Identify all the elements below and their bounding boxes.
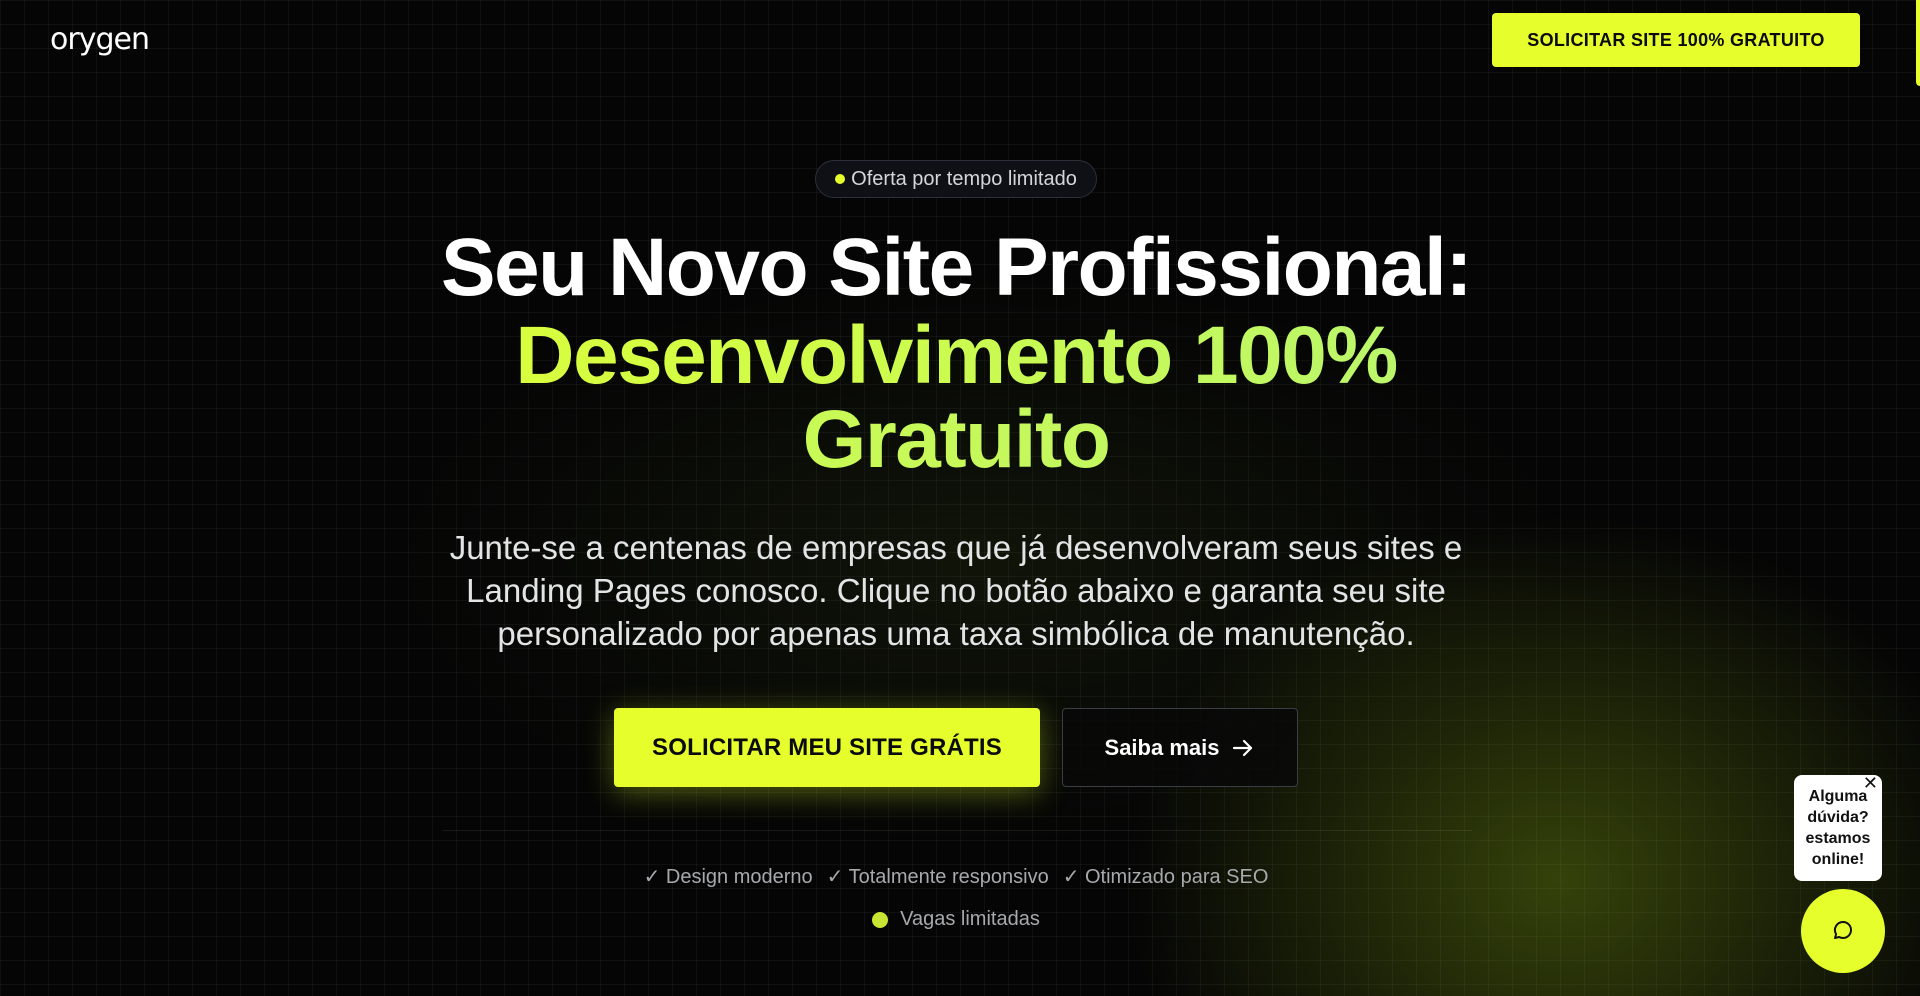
badge-label: Oferta por tempo limitado <box>851 167 1077 190</box>
close-icon[interactable]: ✕ <box>1863 773 1878 794</box>
request-site-button[interactable]: SOLICITAR MEU SITE GRÁTIS <box>614 708 1040 787</box>
feature-item: ✓ Otimizado para SEO <box>1062 866 1269 888</box>
offer-badge: Oferta por tempo limitado <box>815 160 1097 198</box>
divider <box>442 830 1472 831</box>
logo-text: orygen <box>50 21 150 57</box>
status-dot-icon <box>835 174 846 184</box>
header-cta-button[interactable]: SOLICITAR SITE 100% GRATUITO <box>1492 13 1860 67</box>
feature-item: ✓ Totalmente responsivo <box>826 866 1049 888</box>
chat-prompt-bubble: ✕ Alguma dúvida? estamos online! <box>1794 773 1882 881</box>
arrow-right-icon <box>1231 736 1255 760</box>
hero-subtitle: Junte-se a centenas de empresas que já d… <box>449 529 1463 652</box>
urgency-label: Vagas limitadas <box>900 908 1040 930</box>
chat-prompt-line: dúvida? <box>1807 809 1869 826</box>
headline-line-3: Gratuito <box>0 399 1912 481</box>
logo[interactable]: orygen <box>50 21 150 57</box>
feature-list: ✓ Design moderno ✓ Totalmente responsivo… <box>0 864 1912 889</box>
chat-prompt-line: online! <box>1811 851 1865 868</box>
headline-line-1: Seu Novo Site Profissional: <box>440 222 1473 313</box>
scrollbar-thumb[interactable] <box>1916 0 1920 86</box>
headline-line-2: Desenvolvimento 100% <box>0 312 1912 400</box>
page-title: Seu Novo Site Profissional: Desenvolvime… <box>0 222 1912 481</box>
landing-page: orygen SOLICITAR SITE 100% GRATUITO Ofer… <box>0 0 1920 996</box>
learn-more-button[interactable]: Saiba mais <box>1062 708 1298 787</box>
feature-item: ✓ Design moderno <box>643 866 813 888</box>
learn-more-label: Saiba mais <box>1104 734 1220 760</box>
status-dot-icon <box>872 911 889 928</box>
urgency-indicator: Vagas limitadas <box>0 908 1912 931</box>
chat-icon <box>1831 918 1855 945</box>
chat-prompt-line: estamos <box>1805 830 1871 847</box>
chat-button[interactable] <box>1801 889 1885 973</box>
